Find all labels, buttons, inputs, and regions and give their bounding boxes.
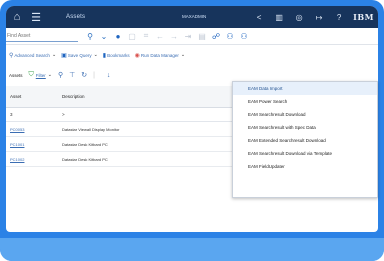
bookmarks-menu[interactable]: ▮ Bookmarks [103, 52, 130, 59]
asset-link[interactable]: PC1002 [6, 157, 62, 162]
filter-icon[interactable]: ⛉ [29, 71, 34, 79]
bookmarks-label: Bookmarks [107, 52, 130, 58]
asset-description: Datastar Desk Kitbard PC [62, 141, 108, 147]
ibm-logo: IBM [353, 12, 374, 22]
column-header-description[interactable]: Description [62, 94, 212, 99]
move-icon: ⇥ [184, 31, 192, 41]
help-icon[interactable]: ? [333, 9, 345, 25]
chevron-down-icon: ⌄ [51, 52, 57, 58]
asset-link[interactable]: PC1001 [6, 142, 62, 147]
asset-description: Datastar Viewall Display Monitor [62, 126, 120, 132]
users-icon[interactable]: ⚇ [224, 30, 236, 42]
chevron-down-icon: ⌄ [180, 52, 186, 58]
save-icon: ▢ [128, 31, 136, 41]
dropdown-item-data-import[interactable]: EAM Data Import [233, 82, 377, 95]
new-record-icon[interactable]: ● [112, 30, 124, 42]
main-toolbar: ⚲ ⌄ ● ▢ ⌗ ← → ⇥ ▤ ☍ ⚇ ⚇ [6, 28, 378, 45]
next-icon: → [170, 31, 178, 41]
separator-icon: | [93, 71, 95, 79]
run-data-manager-label: Run Data Manager [140, 52, 179, 58]
logout-icon[interactable]: ↦ [313, 9, 325, 25]
nav-actions: < ▥ ◎ ↦ ? IBM [253, 6, 374, 28]
dropdown-item-searchresult-spec-data[interactable]: EAM Searchresult with Spec Data [233, 121, 377, 134]
dropdown-item-power-search[interactable]: EAM Power Search [233, 95, 377, 108]
dropdown-item-searchresult-download-template[interactable]: EAM Searchresult Download via Template [233, 147, 377, 160]
save-query-menu[interactable]: ▣ Save Query ⌄ [61, 52, 98, 59]
clear-icon: ⌗ [143, 31, 149, 40]
menu-icon[interactable]: ☰ [28, 9, 44, 25]
data-manager-icon: ◉ [134, 52, 140, 59]
asset-link[interactable]: PC0053 [6, 127, 62, 132]
user-name: MAXADMIN [182, 14, 207, 19]
download-icon[interactable]: ↓ [107, 72, 111, 79]
bookmark-icon: ▮ [102, 52, 107, 59]
filter-link[interactable]: Filter [36, 73, 46, 78]
previous-icon: ← [156, 31, 164, 41]
workflow-icon[interactable]: ◎ [293, 9, 305, 25]
share-icon[interactable]: < [253, 9, 265, 25]
asset-filter-field[interactable]: 3 [6, 112, 62, 117]
home-icon[interactable]: ⌂ [9, 9, 25, 25]
dropdown-item-extended-searchresult-download[interactable]: EAM Extended Searchresult Download [233, 134, 377, 147]
clear-filter-icon[interactable]: ⊤ [69, 71, 75, 79]
advanced-search-menu[interactable]: ⚲ Advanced Search ⌄ [9, 52, 56, 59]
search-icon: ⚲ [9, 52, 14, 59]
reports-icon[interactable]: ▥ [273, 9, 285, 25]
data-manager-dropdown: EAM Data Import EAM Power Search EAM Sea… [232, 81, 378, 198]
save-query-label: Save Query [67, 52, 92, 58]
attachments-icon[interactable]: ☍ [210, 30, 222, 42]
list-label: Assets [9, 72, 23, 78]
chevron-down-icon[interactable]: ⌄ [98, 30, 110, 42]
advanced-search-label: Advanced Search [14, 52, 50, 58]
dropdown-item-fieldupdater[interactable]: EAM FieldUpdater [233, 160, 377, 173]
run-data-manager-menu[interactable]: ◉ Run Data Manager ⌄ [135, 52, 185, 59]
asset-description: Datastar Desk Kitbard PC [62, 156, 108, 162]
chevron-down-icon: ⌄ [93, 52, 98, 58]
search-icon[interactable]: ⚲ [58, 71, 63, 79]
search-icon[interactable]: ⚲ [84, 30, 96, 42]
duplicate-icon: ▤ [198, 31, 206, 41]
save-query-icon: ▣ [61, 52, 67, 59]
page-title: Assets [66, 14, 86, 20]
action-menu-row: ⚲ Advanced Search ⌄ ▣ Save Query ⌄ ▮ Boo… [6, 48, 378, 62]
groups-icon[interactable]: ⚇ [238, 30, 250, 42]
list-toolbar: Assets ⛉ Filter ⌄ ⚲ ⊤ ↻ | ↓ [6, 66, 236, 84]
nav-bar: ⌂ ☰ Assets MAXADMIN < ▥ ◎ ↦ ? IBM [6, 6, 378, 28]
description-filter-field[interactable]: > [62, 112, 212, 117]
dropdown-item-searchresult-download[interactable]: EAM Searchresult Download [233, 108, 377, 121]
chevron-down-icon[interactable]: ⌄ [48, 72, 52, 78]
refresh-icon[interactable]: ↻ [81, 71, 87, 79]
find-asset-input[interactable] [6, 30, 78, 42]
bottom-strip [0, 238, 384, 261]
column-header-asset[interactable]: Asset [6, 94, 62, 99]
